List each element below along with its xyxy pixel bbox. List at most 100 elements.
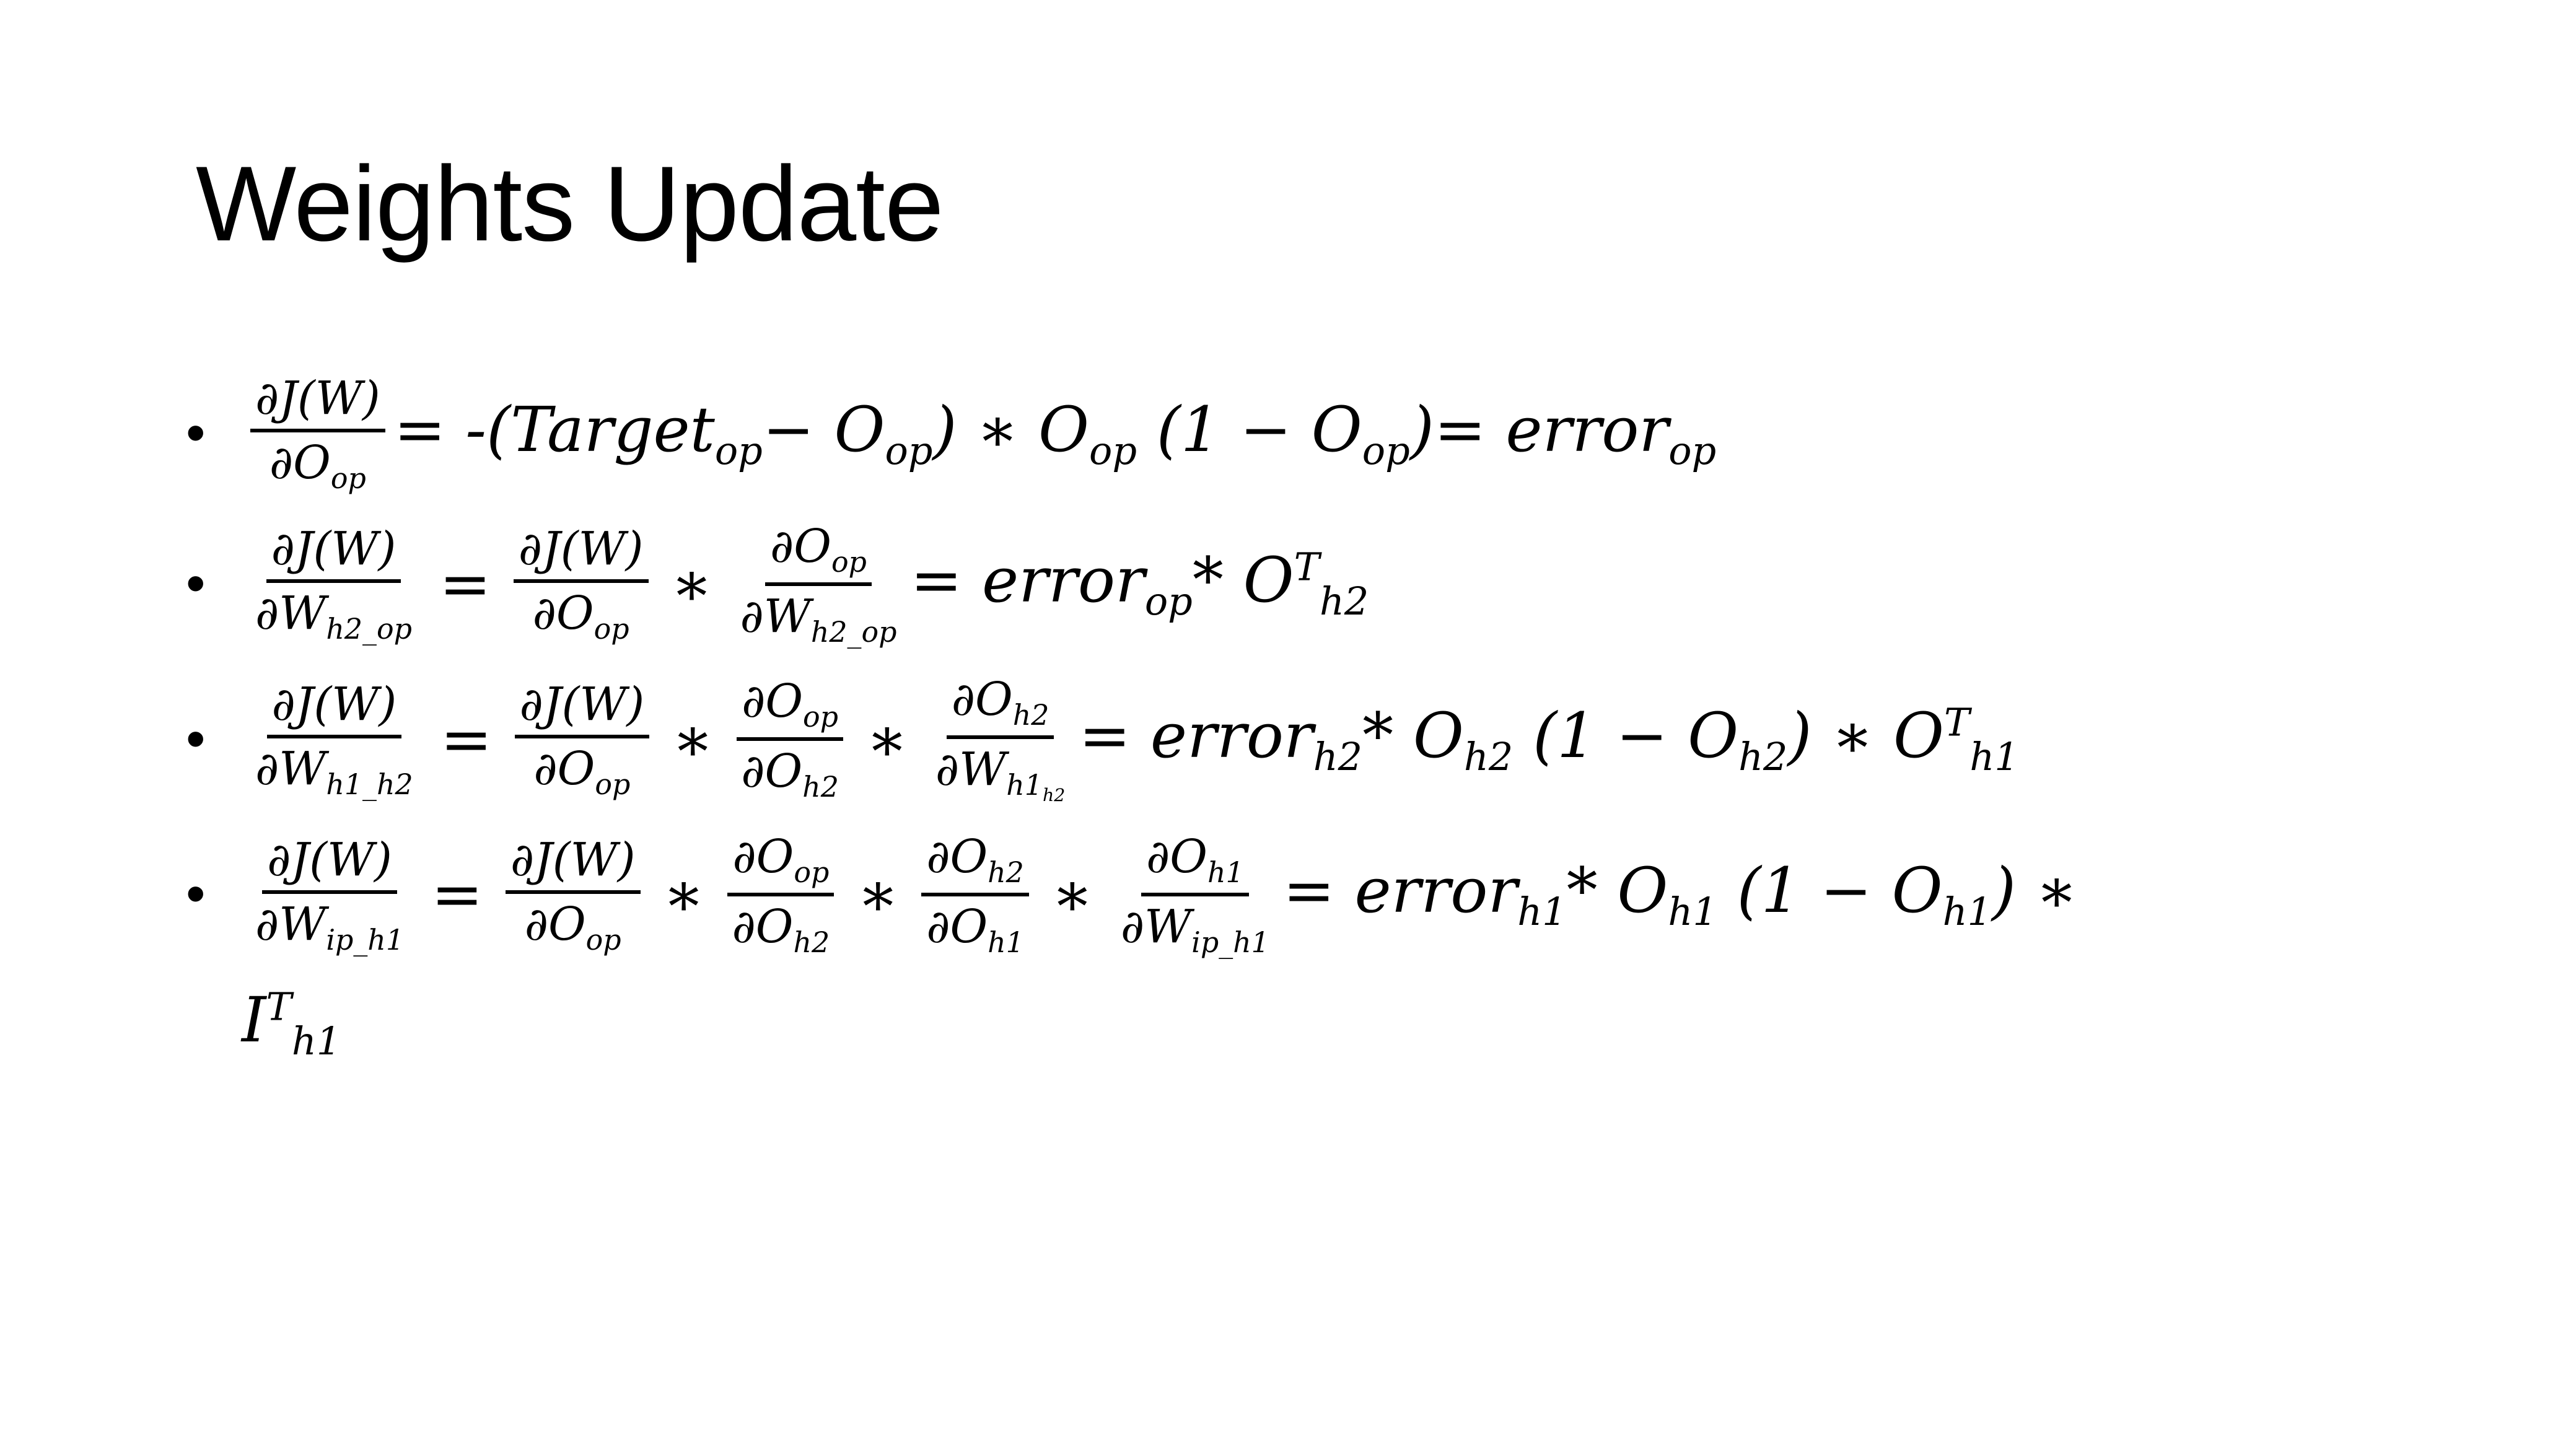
equation-1: • ∂J(W) ∂Oop = -(Targetop− Oop) ∗ Oop (1… [186, 372, 2528, 495]
denominator: ∂Oop [528, 583, 634, 646]
denominator: ∂Wh1h2 [931, 739, 1070, 805]
lhs-fraction: ∂J(W) ∂Wh1_h2 [250, 678, 418, 801]
den-sub: h2 [802, 770, 839, 804]
lhs-fraction: ∂J(W) ∂Oop [250, 372, 385, 495]
rhs-expression: = errorop* OTh2 [910, 544, 1369, 624]
fraction-2: ∂Oop ∂Oh2 [736, 675, 844, 803]
denominator: ∂Wh2_op [250, 583, 417, 646]
denominator: ∂Wh1_h2 [250, 738, 418, 801]
equation-list: • ∂J(W) ∂Oop = -(Targetop− Oop) ∗ Oop (1… [186, 372, 2528, 1064]
times-sign: ∗ [672, 703, 714, 776]
term-output-sup: T [1294, 544, 1320, 590]
slide-title: Weights Update [196, 144, 944, 263]
denominator: ∂Wip_h1 [250, 894, 409, 957]
numerator: ∂J(W) [266, 678, 402, 738]
den-sub: op [594, 611, 629, 646]
slide: Weights Update • ∂J(W) ∂Oop = -(Targetop… [0, 0, 2576, 1449]
den-text: ∂O [926, 900, 988, 953]
den-sub: op [330, 461, 366, 495]
term-target: = -(Target [393, 393, 715, 466]
den-text: ∂O [532, 587, 594, 641]
term-error: = error [1282, 854, 1518, 927]
bullet: • [186, 863, 206, 926]
term-error: )= error [1409, 393, 1669, 466]
term-input: I [242, 983, 266, 1056]
numerator: ∂J(W) [514, 678, 650, 738]
den-text: ∂W [935, 743, 1007, 797]
term-error-sub: op [1668, 427, 1717, 473]
den-sub: h2_op [810, 615, 897, 649]
equals-sign: = [431, 858, 483, 931]
num-sub: h2 [988, 855, 1024, 889]
numerator: ∂Oop [765, 520, 872, 586]
den-sub: op [595, 767, 631, 801]
fraction-4: ∂Oh1 ∂Wip_h1 [1116, 830, 1274, 959]
lhs-fraction: ∂J(W) ∂Wh2_op [250, 522, 417, 646]
equation-4: • ∂J(W) ∂Wip_h1 = ∂J(W) ∂Oop ∗ ∂Oop ∂Oh2… [186, 830, 2528, 959]
term-times-output: ) ∗ O [932, 393, 1089, 466]
num-text: ∂O [742, 675, 804, 729]
den-text: ∂O [524, 897, 586, 951]
den-sub: h1_h2 [326, 767, 413, 801]
term-input-sup: T [266, 984, 292, 1030]
times-sign: ∗ [1051, 858, 1093, 931]
bullet: • [186, 707, 206, 770]
term-output-sup: T [1944, 699, 1970, 745]
denominator: ∂Oh2 [727, 896, 835, 959]
term-output-sub: h2 [1320, 579, 1369, 624]
term-error-sub: op [1144, 579, 1193, 624]
term-error: = error [1079, 699, 1313, 772]
fraction-1: ∂J(W) ∂Oop [514, 678, 650, 801]
den-text: ∂W [255, 742, 326, 795]
den-sub: op [585, 922, 621, 957]
den-subsub: h2 [1042, 785, 1066, 806]
den-text: ∂W [255, 897, 326, 951]
fraction-1: ∂J(W) ∂Oop [513, 522, 649, 646]
term-output: * O [1362, 699, 1464, 772]
num-text: ∂O [770, 519, 831, 573]
den-sub: ip_h1 [326, 922, 405, 957]
equation-2: • ∂J(W) ∂Wh2_op = ∂J(W) ∂Oop ∗ ∂Oop ∂Wh2… [186, 520, 2528, 649]
num-sub: op [831, 545, 867, 579]
times-sign: ∗ [662, 858, 705, 931]
den-sub: ip_h1 [1191, 925, 1269, 959]
bullet: • [186, 401, 206, 464]
num-sub: op [803, 700, 839, 734]
den-text: ∂W [255, 587, 326, 641]
term-one-minus-sub: h1 [1942, 889, 1992, 935]
equation-3: • ∂J(W) ∂Wh1_h2 = ∂J(W) ∂Oop ∗ ∂Oop ∂Oh2… [186, 673, 2528, 805]
den-text: ∂W [740, 589, 811, 643]
numerator: ∂J(W) [505, 833, 641, 894]
equals-sign: = [440, 703, 493, 776]
term-target-sub: op [714, 427, 763, 473]
term-output-sub: op [885, 427, 933, 473]
den-text: ∂O [741, 745, 803, 799]
denominator: ∂Oop [265, 432, 371, 495]
term-one-minus-sub: op [1362, 427, 1410, 473]
numerator: ∂Oop [737, 675, 844, 742]
rhs-expression: = errorh1* Oh1 (1 − Oh1) ∗ [1283, 854, 2078, 934]
term-one-minus: (1 − O [1137, 393, 1362, 466]
term-output-sub: h2 [1463, 733, 1514, 779]
numerator: ∂Oh1 [1141, 830, 1249, 896]
numerator: ∂J(W) [262, 833, 397, 894]
term-error: = error [910, 544, 1145, 617]
num-text: ∂O [1146, 830, 1207, 884]
numerator: ∂Oop [727, 830, 835, 896]
rhs-expression: = errorh2* Oh2 (1 − Oh2) ∗ OTh1 [1079, 699, 2018, 779]
fraction-2: ∂Oop ∂Oh2 [727, 830, 835, 959]
num-sub: h2 [1012, 698, 1049, 732]
term-output: − O [762, 393, 885, 466]
den-sub: h2 [793, 925, 830, 959]
term-output-transpose-sub: h1 [1969, 733, 2019, 779]
fraction-1: ∂J(W) ∂Oop [505, 833, 641, 957]
den-sub-text: h1 [1006, 768, 1043, 802]
den-text: ∂W [1120, 900, 1192, 953]
times-sign: ∗ [865, 703, 908, 776]
den-text: ∂O [533, 742, 595, 795]
den-sub: h1h2 [1006, 768, 1066, 806]
term-times-output-sub: op [1089, 427, 1137, 473]
fraction-3: ∂Oh2 ∂Oh1 [921, 830, 1029, 959]
term-one-minus: (1 − O [1717, 854, 1943, 927]
term-output-transpose: ) ∗ O [1787, 699, 1945, 772]
